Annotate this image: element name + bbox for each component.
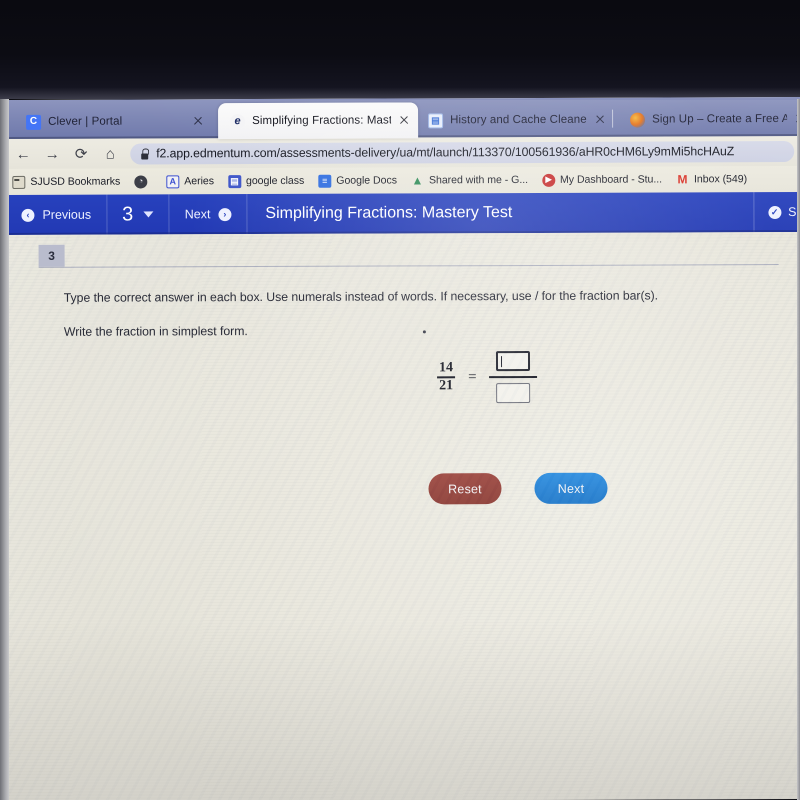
reset-button[interactable]: Reset xyxy=(428,473,502,505)
fraction-equation: 14 21 = xyxy=(422,330,538,404)
submit-test-button[interactable]: ✓ S xyxy=(753,191,800,233)
browser-tab-history-cache-cleaner[interactable]: ▤ History and Cache Cleaner xyxy=(416,102,614,139)
edmentum-icon: e xyxy=(230,113,246,129)
forward-icon[interactable]: → xyxy=(43,145,61,163)
laptop-bezel-top xyxy=(0,0,800,99)
reload-icon[interactable]: ⟳ xyxy=(72,145,90,163)
answer-fraction-bar xyxy=(489,375,538,379)
submit-label: S xyxy=(788,204,797,219)
globe-icon: ◔ xyxy=(134,174,148,189)
equals-sign: = xyxy=(468,368,477,385)
bookmark-shared-with-me[interactable]: ▲ Shared with me - G... xyxy=(411,173,529,188)
bookmark-inbox[interactable]: M Inbox (549) xyxy=(676,172,748,187)
history-cleaner-icon: ▤ xyxy=(428,112,444,128)
google-drive-icon: ▲ xyxy=(411,173,424,188)
page-title: Simplifying Fractions: Mastery Test xyxy=(265,204,513,223)
question-instruction: Type the correct answer in each box. Use… xyxy=(63,288,659,305)
given-fraction: 14 21 xyxy=(437,359,456,394)
laptop-bezel-left xyxy=(0,99,9,800)
tab-title: Simplifying Fractions: Maste xyxy=(252,114,392,128)
chevron-down-icon xyxy=(143,211,154,218)
next-label: Next xyxy=(184,207,211,222)
previous-button[interactable]: ‹ Previous xyxy=(6,194,108,235)
clever-icon: C xyxy=(26,114,42,130)
close-icon[interactable] xyxy=(594,114,606,126)
given-numerator: 14 xyxy=(439,359,454,376)
browser-tab-sign-up[interactable]: Sign Up – Create a Free Acc xyxy=(618,101,800,138)
bookmarks-bar: SJUSD Bookmarks ◔ A Aeries ▤ google clas… xyxy=(6,165,800,195)
bookmark-label: Google Docs xyxy=(336,174,397,187)
tab-title: History and Cache Cleaner xyxy=(450,113,588,127)
answer-numerator-input[interactable] xyxy=(496,350,531,372)
question-content-area: 3 Type the correct answer in each box. U… xyxy=(6,231,800,800)
question-selector[interactable]: 3 xyxy=(107,194,170,235)
bookmark-globe[interactable]: ◔ xyxy=(134,174,152,189)
action-buttons: Reset Next xyxy=(428,472,608,505)
divider xyxy=(38,264,779,268)
back-icon[interactable]: ← xyxy=(14,145,32,163)
gmail-icon: M xyxy=(677,172,688,187)
address-bar[interactable]: f2.app.edmentum.com/assessments-delivery… xyxy=(130,140,795,165)
bookmark-my-dashboard[interactable]: ▶ My Dashboard - Stu... xyxy=(541,173,663,187)
current-question-number: 3 xyxy=(122,203,134,226)
close-icon[interactable] xyxy=(398,114,410,126)
google-docs-icon: ≡ xyxy=(318,174,332,188)
tab-title: Clever | Portal xyxy=(48,115,123,128)
bookmark-label: google class xyxy=(245,174,305,188)
address-bar-url: f2.app.edmentum.com/assessments-delivery… xyxy=(156,144,735,161)
folder-icon xyxy=(12,175,26,189)
next-button[interactable]: Next xyxy=(534,472,608,504)
dashboard-icon: ▶ xyxy=(541,173,556,187)
arrow-right-circle-icon: › xyxy=(218,207,232,221)
bookmark-label: SJUSD Bookmarks xyxy=(30,175,121,188)
next-button-toolbar[interactable]: Next › xyxy=(169,194,248,235)
question-header: 3 xyxy=(38,242,779,271)
arrow-left-circle-icon: ‹ xyxy=(21,208,35,222)
answer-fraction xyxy=(489,350,538,404)
previous-label: Previous xyxy=(42,207,92,222)
browser-tab-clever-portal[interactable]: C Clever | Portal xyxy=(14,103,212,140)
question-number-badge: 3 xyxy=(38,244,65,267)
bullet-icon xyxy=(422,330,426,334)
question-prompt: Write the fraction in simplest form. xyxy=(63,324,248,339)
bookmark-label: Shared with me - G... xyxy=(428,173,529,187)
given-denominator: 21 xyxy=(439,378,454,394)
bookmark-sjusd-bookmarks[interactable]: SJUSD Bookmarks xyxy=(12,175,121,189)
answer-denominator-input[interactable] xyxy=(496,383,531,404)
google-classroom-icon: ▤ xyxy=(227,174,241,188)
browser-toolbar: ← → ⟳ ⌂ f2.app.edmentum.com/assessments-… xyxy=(6,135,800,169)
aeries-icon: A xyxy=(166,174,180,188)
bookmark-label: Aeries xyxy=(184,175,214,188)
tab-title: Sign Up – Create a Free Acc xyxy=(652,113,788,126)
tab-separator xyxy=(612,109,614,128)
bookmark-label: My Dashboard - Stu... xyxy=(559,173,663,186)
bookmark-aeries[interactable]: A Aeries xyxy=(166,174,214,188)
lock-icon xyxy=(140,148,149,159)
check-circle-icon: ✓ xyxy=(768,205,782,219)
bookmark-google-docs[interactable]: ≡ Google Docs xyxy=(318,174,397,188)
assessment-toolbar: ‹ Previous 3 Next › Simplifying Fraction… xyxy=(6,191,800,235)
browser-tab-simplifying-fractions[interactable]: e Simplifying Fractions: Maste xyxy=(218,102,419,140)
browser-tab-strip: C Clever | Portal e Simplifying Fraction… xyxy=(6,96,800,140)
photo-of-laptop-screen: C Clever | Portal e Simplifying Fraction… xyxy=(0,0,800,800)
signup-icon xyxy=(630,112,646,128)
home-icon[interactable]: ⌂ xyxy=(101,145,119,163)
bookmark-label: Inbox (549) xyxy=(693,173,748,186)
browser-window: C Clever | Portal e Simplifying Fraction… xyxy=(6,96,800,800)
close-icon[interactable] xyxy=(192,115,204,127)
bookmark-google-class[interactable]: ▤ google class xyxy=(227,174,305,188)
